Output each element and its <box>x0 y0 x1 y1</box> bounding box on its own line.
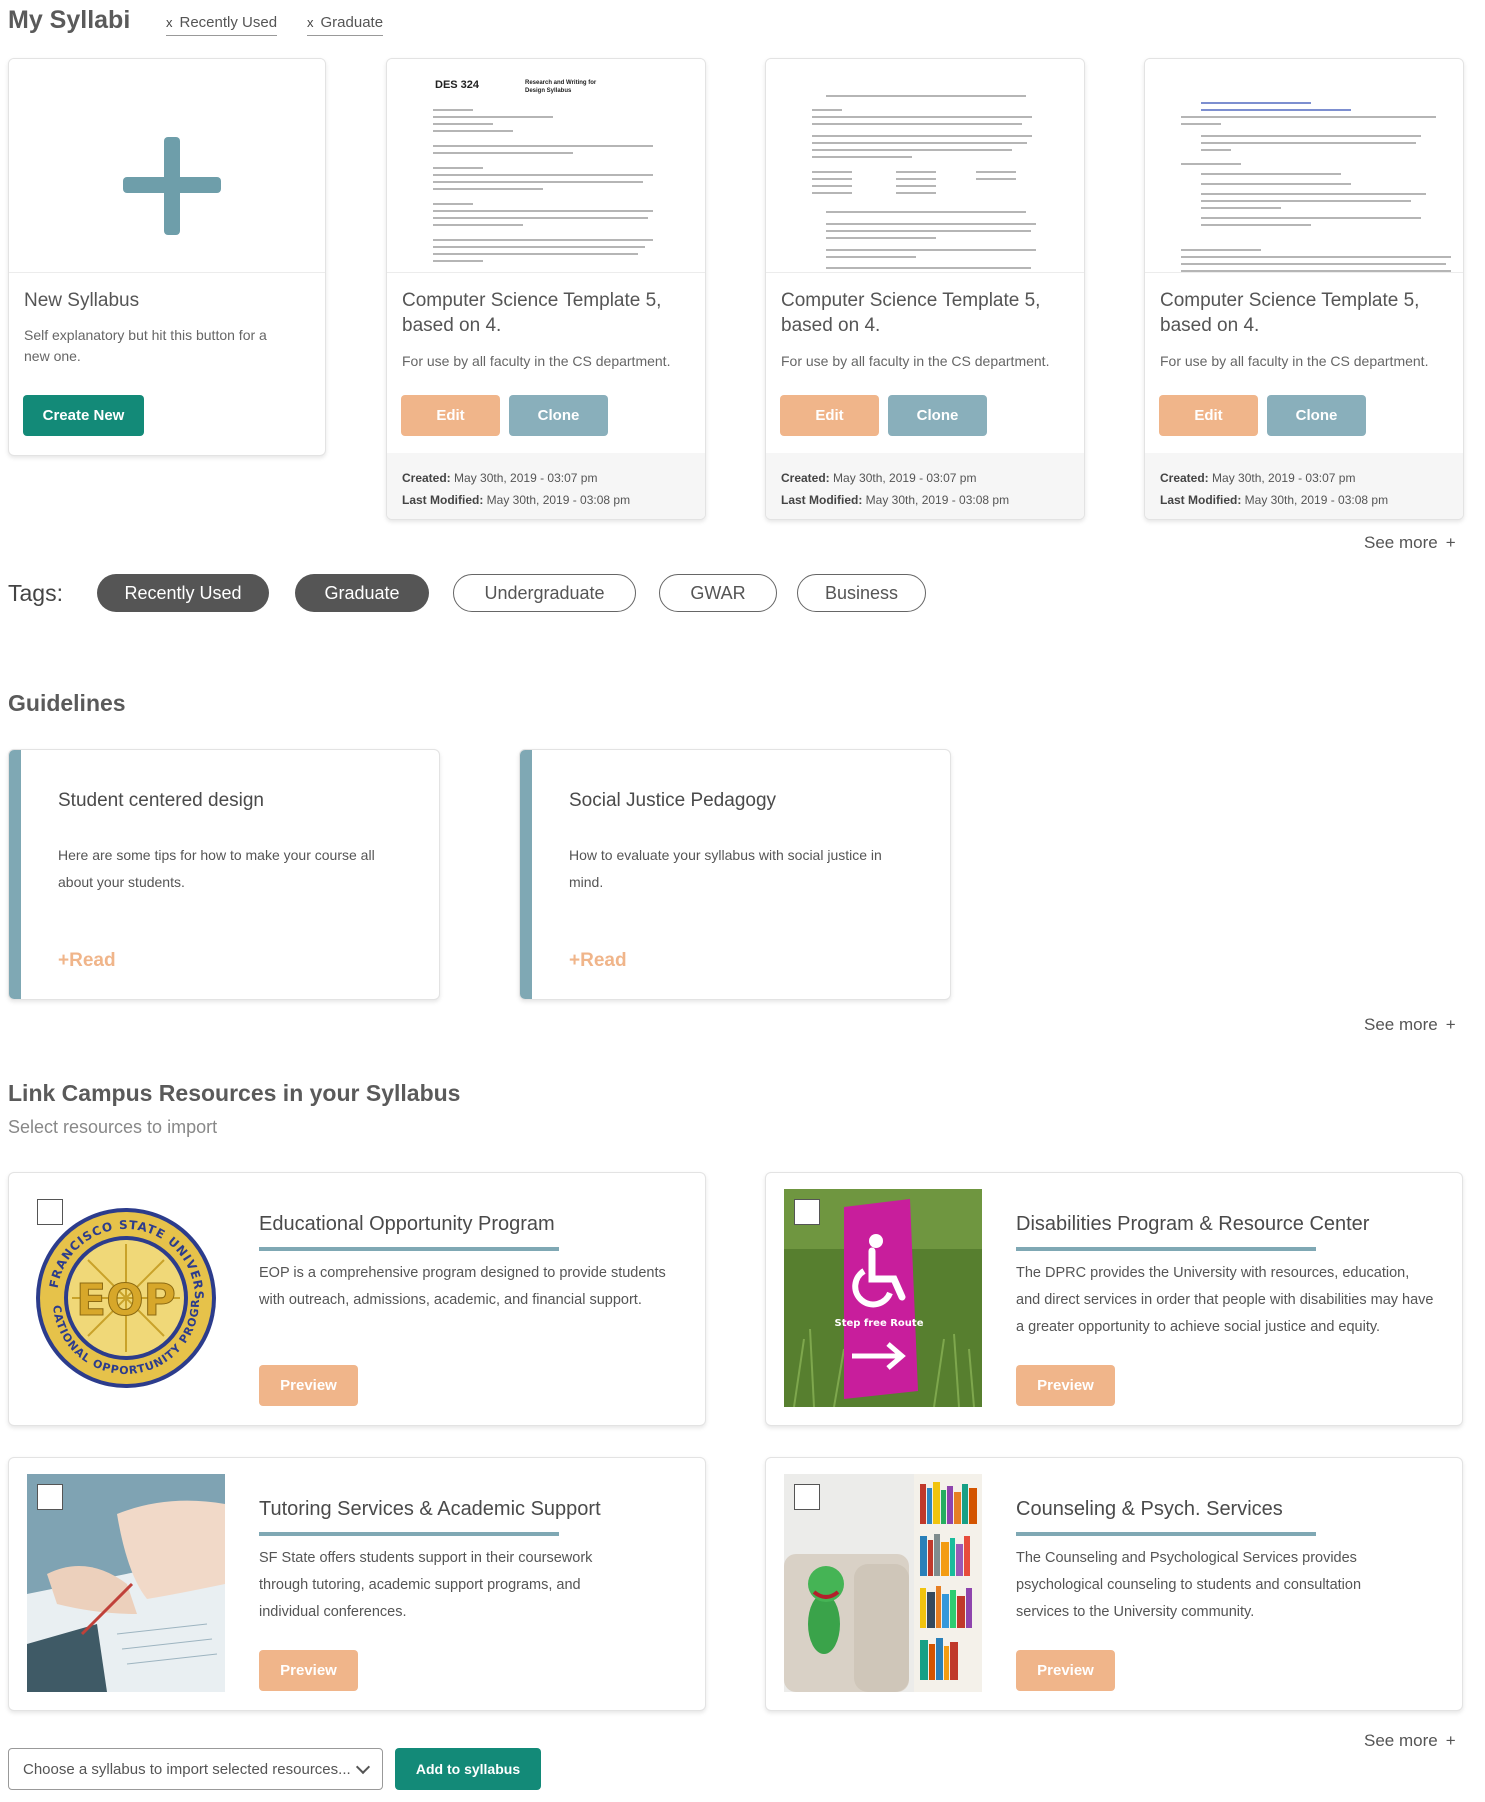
plus-icon: + <box>1445 1731 1456 1750</box>
thumb-heading: Research and Writing for Design Syllabus <box>525 80 597 94</box>
edit-button[interactable]: Edit <box>401 395 500 436</box>
resource-description: EOP is a comprehensive program designed … <box>259 1265 666 1308</box>
modified-date: May 30th, 2019 - 03:08 pm <box>486 493 631 507</box>
svg-text:EOP: EOP <box>76 1275 176 1326</box>
filter-chip-graduate[interactable]: x Graduate <box>307 14 384 36</box>
svg-text:Step free Route: Step free Route <box>835 1318 924 1329</box>
syllabus-template-card: Computer Science Template 5, based on 4.… <box>1144 58 1464 520</box>
plus-icon: + <box>1445 1015 1456 1034</box>
select-resource-checkbox[interactable] <box>794 1199 820 1225</box>
created-date: May 30th, 2019 - 03:07 pm <box>1212 471 1356 485</box>
created-date: May 30th, 2019 - 03:07 pm <box>454 471 598 485</box>
filter-chip-recently-used[interactable]: x Recently Used <box>166 14 278 36</box>
resources-title: Link Campus Resources in your Syllabus <box>8 1080 461 1106</box>
resource-card: Tutoring Services & Academic Support SF … <box>8 1457 706 1711</box>
preview-button[interactable]: Preview <box>259 1650 358 1691</box>
add-to-syllabus-button[interactable]: Add to syllabus <box>395 1748 541 1790</box>
guideline-title: Student centered design <box>58 790 264 811</box>
preview-button[interactable]: Preview <box>259 1365 358 1406</box>
card-description: Self explanatory but hit this button for… <box>24 327 267 364</box>
clone-button[interactable]: Clone <box>888 395 987 436</box>
thumb-course: DES 324 <box>435 79 480 91</box>
resource-description: SF State offers students support in thei… <box>259 1550 593 1620</box>
syllabus-select-placeholder: Choose a syllabus to import selected res… <box>23 1760 351 1778</box>
edit-button[interactable]: Edit <box>780 395 879 436</box>
resource-card: Step free Route Disabilities Program & R… <box>765 1172 1463 1426</box>
filter-chip-label: Graduate <box>320 14 384 31</box>
select-resource-checkbox[interactable] <box>37 1199 63 1225</box>
guidelines-title: Guidelines <box>8 690 126 716</box>
modified-date: May 30th, 2019 - 03:08 pm <box>865 493 1010 507</box>
card-description: For use by all faculty in the CS departm… <box>1160 353 1429 369</box>
see-more-guidelines-link[interactable]: See more + <box>1364 1015 1456 1035</box>
card-meta: Created: May 30th, 2019 - 03:07 pm Last … <box>1145 453 1463 519</box>
preview-button[interactable]: Preview <box>1016 1365 1115 1406</box>
guideline-card[interactable]: Social Justice Pedagogy How to evaluate … <box>519 749 951 1000</box>
select-resource-checkbox[interactable] <box>794 1484 820 1510</box>
card-title: New Syllabus <box>24 290 140 311</box>
card-title: Computer Science Template 5, based on 4. <box>1160 290 1420 336</box>
page-title: My Syllabi <box>8 6 131 34</box>
resource-title: Educational Opportunity Program <box>259 1213 555 1235</box>
syllabus-thumbnail[interactable] <box>1145 59 1463 273</box>
tag-business[interactable]: Business <box>797 574 926 612</box>
select-resource-checkbox[interactable] <box>37 1484 63 1510</box>
see-more-resources-link[interactable]: See more + <box>1364 1731 1456 1751</box>
tag-recently-used[interactable]: Recently Used <box>97 574 269 612</box>
guideline-title: Social Justice Pedagogy <box>569 790 777 811</box>
card-title: Computer Science Template 5, based on 4. <box>781 290 1041 336</box>
filter-chip-label: Recently Used <box>179 14 278 31</box>
resource-description: The DPRC provides the University with re… <box>1016 1265 1434 1335</box>
create-new-button[interactable]: Create New <box>23 395 144 436</box>
resource-title: Disabilities Program & Resource Center <box>1016 1213 1370 1235</box>
created-date: May 30th, 2019 - 03:07 pm <box>833 471 977 485</box>
card-title: Computer Science Template 5, based on 4. <box>402 290 662 336</box>
chevron-down-icon <box>355 1759 371 1774</box>
guideline-description: Here are some tips for how to make your … <box>58 847 375 890</box>
guideline-card[interactable]: Student centered design Here are some ti… <box>8 749 440 1000</box>
read-link[interactable]: +Read <box>569 950 627 972</box>
card-description: For use by all faculty in the CS departm… <box>402 353 671 369</box>
edit-button[interactable]: Edit <box>1159 395 1258 436</box>
syllabus-template-card: DES 324 Research and Writing for Design … <box>386 58 706 520</box>
tags-label: Tags: <box>8 580 63 606</box>
resource-card: Counseling & Psych. Services The Counsel… <box>765 1457 1463 1711</box>
card-meta: Created: May 30th, 2019 - 03:07 pm Last … <box>766 453 1084 519</box>
card-description: For use by all faculty in the CS departm… <box>781 353 1050 369</box>
syllabus-select[interactable]: Choose a syllabus to import selected res… <box>8 1748 383 1790</box>
preview-button[interactable]: Preview <box>1016 1650 1115 1691</box>
tag-undergraduate[interactable]: Undergraduate <box>453 574 636 612</box>
clone-button[interactable]: Clone <box>509 395 608 436</box>
new-syllabus-card: New Syllabus Self explanatory but hit th… <box>8 58 326 456</box>
card-meta: Created: May 30th, 2019 - 03:07 pm Last … <box>387 453 705 519</box>
syllabus-thumbnail[interactable] <box>766 59 1084 273</box>
remove-filter-icon[interactable]: x <box>307 15 314 30</box>
resource-description: The Counseling and Psychological Service… <box>1016 1550 1362 1620</box>
plus-icon: + <box>1445 533 1456 552</box>
new-syllabus-thumb[interactable] <box>9 59 325 273</box>
guideline-description: How to evaluate your syllabus with socia… <box>569 847 882 890</box>
remove-filter-icon[interactable]: x <box>166 15 173 30</box>
syllabus-template-card: Computer Science Template 5, based on 4.… <box>765 58 1085 520</box>
resources-subtitle: Select resources to import <box>8 1117 218 1137</box>
tag-graduate[interactable]: Graduate <box>295 574 429 612</box>
clone-button[interactable]: Clone <box>1267 395 1366 436</box>
resource-title: Counseling & Psych. Services <box>1016 1498 1283 1520</box>
resource-card: SAN FRANCISCO STATE UNIVERSITY EDUCATION… <box>8 1172 706 1426</box>
see-more-syllabi-link[interactable]: See more + <box>1364 533 1456 553</box>
read-link[interactable]: +Read <box>58 950 116 972</box>
resource-title: Tutoring Services & Academic Support <box>259 1498 601 1520</box>
syllabus-thumbnail[interactable]: DES 324 Research and Writing for Design … <box>387 59 705 273</box>
modified-date: May 30th, 2019 - 03:08 pm <box>1244 493 1389 507</box>
tag-gwar[interactable]: GWAR <box>659 574 777 612</box>
